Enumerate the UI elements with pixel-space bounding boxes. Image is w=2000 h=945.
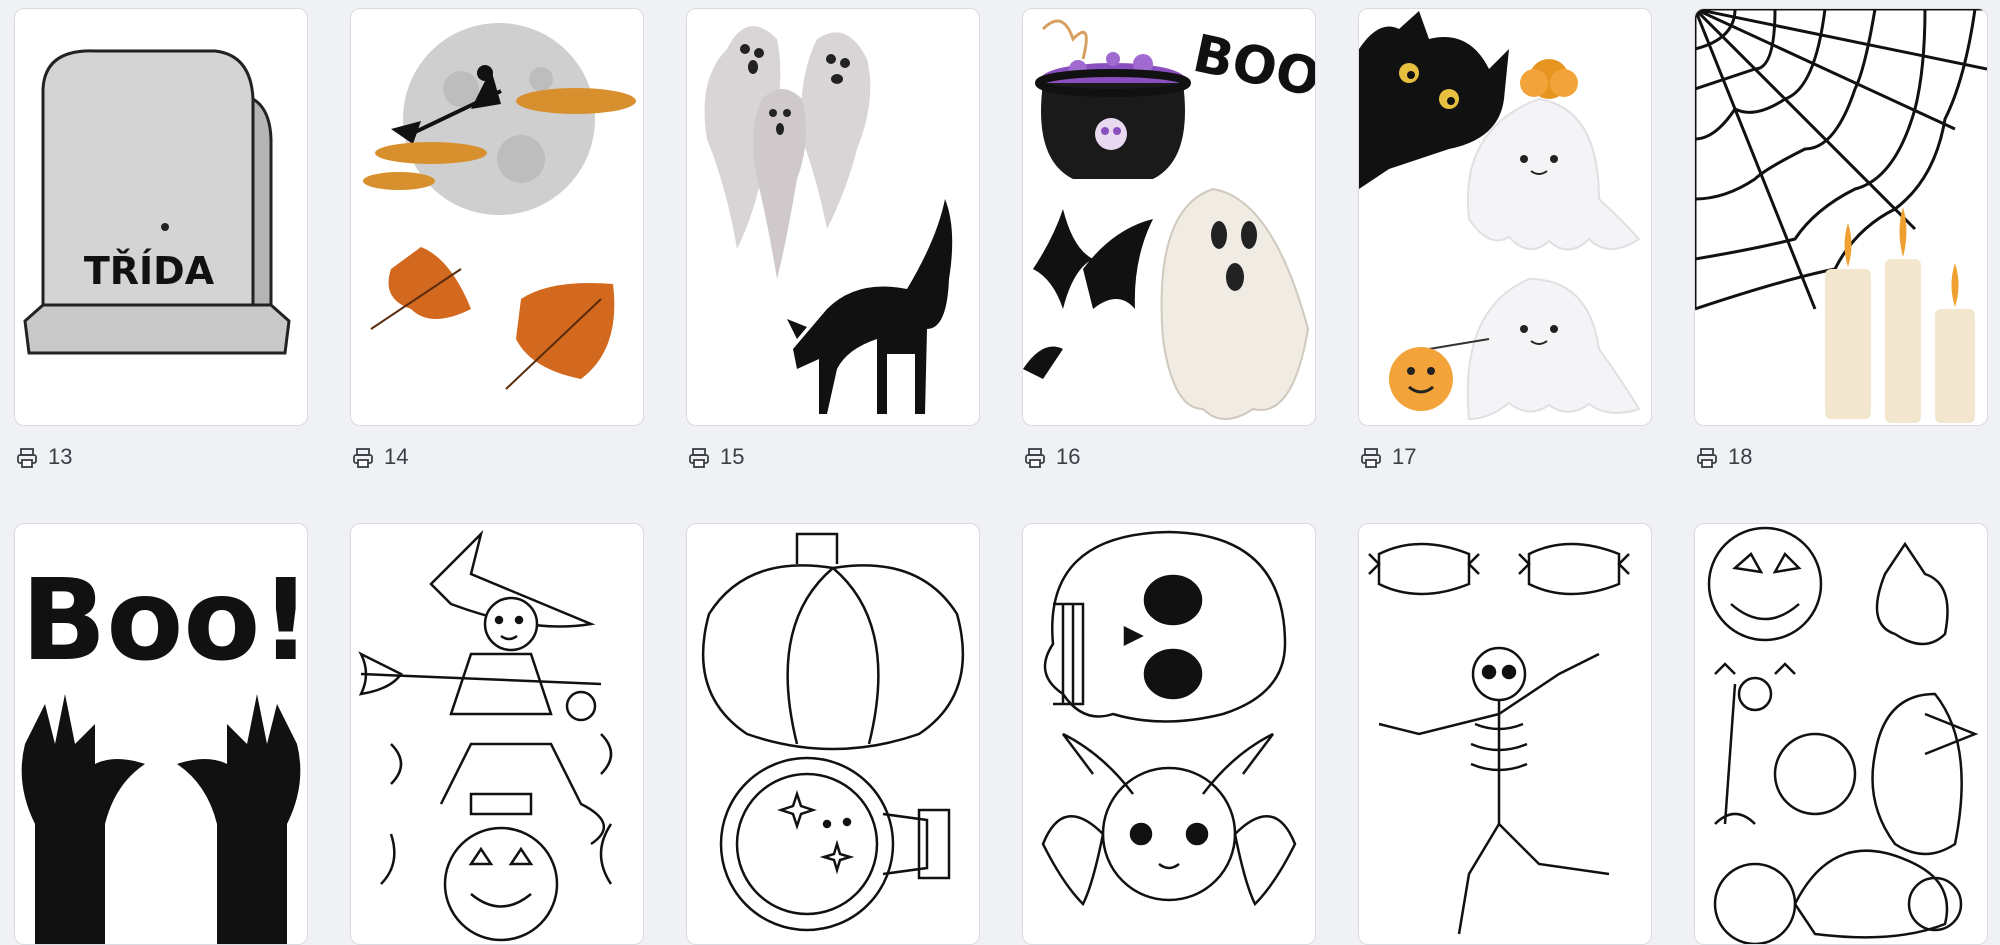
copies-count: 17 [1358,426,1652,523]
copies-number: 13 [48,444,73,469]
copies-count: 16 [1022,426,1316,523]
template-card-skeleton[interactable] [1358,523,1652,945]
template-card-cat-ghosts[interactable] [1358,8,1652,426]
template-card-halloween-scene[interactable] [1694,523,1988,945]
printer-icon [1360,447,1382,469]
printer-icon [352,447,374,469]
printer-icon [16,447,38,469]
copies-count: 15 [686,426,980,523]
template-card-web-candles[interactable] [1694,8,1988,426]
template-card-moon-witch[interactable] [350,8,644,426]
template-card-witch-coloring[interactable] [350,523,644,945]
template-tile[interactable] [1022,523,1316,945]
printer-icon [1696,447,1718,469]
template-tile[interactable] [1358,523,1652,945]
template-tile[interactable] [686,523,980,945]
tombstone-label: TŘÍDA [84,249,215,293]
boo-label: BOO! [1188,24,1315,114]
template-tile[interactable]: TŘÍDA 13 [14,8,308,523]
copies-number: 15 [720,444,745,469]
template-tile[interactable]: BOO! 16 [1022,8,1316,523]
template-grid: TŘÍDA 13 14 15 BOO! 16 17 18 Boo! [14,8,1988,945]
copies-number: 17 [1392,444,1417,469]
template-tile[interactable] [350,523,644,945]
printer-icon [688,447,710,469]
template-tile[interactable]: Boo! [14,523,308,945]
template-card-pumpkin-potion[interactable] [686,523,980,945]
copies-count: 14 [350,426,644,523]
copies-count: 18 [1694,426,1988,523]
template-tile[interactable]: 15 [686,8,980,523]
template-card-cauldron-boo[interactable]: BOO! [1022,8,1316,426]
template-card-ghosts-cat[interactable] [686,8,980,426]
template-tile[interactable] [1694,523,1988,945]
copies-number: 18 [1728,444,1753,469]
template-tile[interactable]: 14 [350,8,644,523]
boo-hands-label: Boo! [21,556,307,686]
template-tile[interactable]: 18 [1694,8,1988,523]
template-card-tombstone[interactable]: TŘÍDA [14,8,308,426]
copies-number: 14 [384,444,409,469]
copies-count: 13 [14,426,308,523]
printer-icon [1024,447,1046,469]
copies-number: 16 [1056,444,1081,469]
template-tile[interactable]: 17 [1358,8,1652,523]
template-card-boo-hands[interactable]: Boo! [14,523,308,945]
template-card-skull-bat[interactable] [1022,523,1316,945]
